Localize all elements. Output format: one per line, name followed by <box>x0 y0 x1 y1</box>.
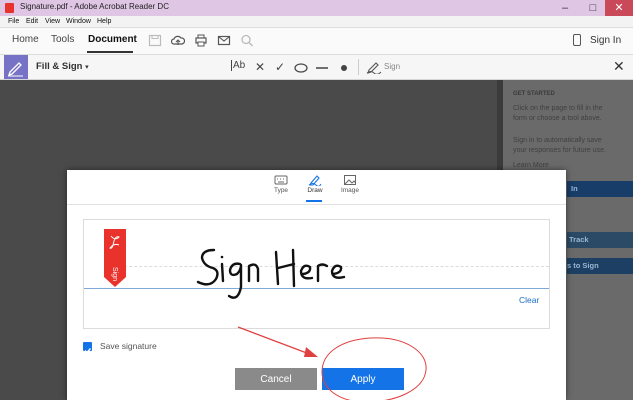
menu-window[interactable]: Window <box>66 16 91 27</box>
panel-send-to-sign-button[interactable]: s to Sign <box>567 258 633 274</box>
fill-sign-toolbar: Fill & Sign ▾ Ab ✕ ✓ Sign ✕ <box>0 55 633 80</box>
save-signature-label: Save signature <box>100 341 157 351</box>
sign-pen-icon[interactable] <box>366 60 382 74</box>
maximize-button[interactable]: □ <box>579 0 607 16</box>
active-tab-indicator <box>87 51 133 53</box>
cancel-button[interactable]: Cancel <box>235 368 317 390</box>
selected-tab-indicator <box>306 200 322 202</box>
keyboard-icon <box>274 175 288 185</box>
drawn-signature <box>196 248 346 299</box>
tab-document[interactable]: Document <box>88 34 137 45</box>
tab-draw[interactable]: Draw <box>300 174 330 194</box>
signature-method-tabs: Type Draw Image <box>67 170 566 205</box>
menu-view[interactable]: View <box>45 16 60 27</box>
title-bar: Signature.pdf - Adobe Acrobat Reader DC … <box>0 0 633 16</box>
signature-dialog: Type Draw Image Sign Clear Save signatur… <box>67 170 566 400</box>
panel-heading: GET STARTED <box>513 91 555 97</box>
panel-sign-in-button[interactable]: In <box>567 181 633 197</box>
apply-button[interactable]: Apply <box>322 368 404 390</box>
menu-file[interactable]: File <box>8 16 19 27</box>
search-icon[interactable] <box>240 34 254 47</box>
panel-text-line1: Click on the page to fill in the <box>513 105 603 112</box>
save-icon[interactable] <box>148 34 162 47</box>
dot-tool-icon[interactable] <box>340 64 348 72</box>
panel-text-line4: your responses for future use. <box>513 147 606 154</box>
clear-signature-link[interactable]: Clear <box>519 295 539 305</box>
circle-tool-icon[interactable] <box>294 63 308 73</box>
print-icon[interactable] <box>194 34 208 47</box>
add-text-tool[interactable]: Ab <box>231 60 246 71</box>
close-fill-sign-button[interactable]: ✕ <box>613 58 625 75</box>
sign-here-ribbon: Sign <box>104 229 126 287</box>
fill-sign-badge <box>4 55 28 79</box>
fill-sign-pen-icon <box>7 62 23 77</box>
toolbar-divider <box>358 59 359 75</box>
close-window-button[interactable]: ✕ <box>605 0 633 16</box>
signature-canvas[interactable]: Sign Clear <box>83 219 550 329</box>
mobile-device-icon[interactable] <box>573 34 581 46</box>
menu-bar: File Edit View Window Help <box>0 16 633 28</box>
tab-home[interactable]: Home <box>12 34 39 45</box>
cross-mark-tool[interactable]: ✕ <box>255 60 265 74</box>
panel-text-line3: Sign in to automatically save <box>513 137 602 144</box>
email-icon[interactable] <box>217 34 231 47</box>
tab-image[interactable]: Image <box>335 174 365 194</box>
checkmark-icon <box>84 348 92 354</box>
panel-track-button[interactable]: Track <box>567 232 633 248</box>
sign-label[interactable]: Sign <box>384 62 400 71</box>
check-mark-tool[interactable]: ✓ <box>275 60 285 74</box>
cloud-upload-icon[interactable] <box>171 34 185 47</box>
main-toolbar: Home Tools Document Sign In <box>0 28 633 55</box>
save-signature-checkbox[interactable] <box>83 342 92 354</box>
tab-tools[interactable]: Tools <box>51 34 74 45</box>
image-icon <box>344 175 356 185</box>
pdf-app-icon <box>5 3 14 13</box>
fill-sign-title[interactable]: Fill & Sign ▾ <box>36 61 89 72</box>
window-title: Signature.pdf - Adobe Acrobat Reader DC <box>20 2 169 11</box>
panel-text-line2: form or choose a tool above. <box>513 115 602 122</box>
sign-in-link[interactable]: Sign In <box>590 35 621 46</box>
minimize-button[interactable]: – <box>551 0 579 16</box>
line-tool-icon[interactable] <box>316 66 328 70</box>
menu-edit[interactable]: Edit <box>26 16 38 27</box>
tab-type[interactable]: Type <box>266 174 296 194</box>
pen-icon <box>308 175 322 186</box>
ribbon-label: Sign <box>111 267 118 281</box>
menu-help[interactable]: Help <box>97 16 111 27</box>
